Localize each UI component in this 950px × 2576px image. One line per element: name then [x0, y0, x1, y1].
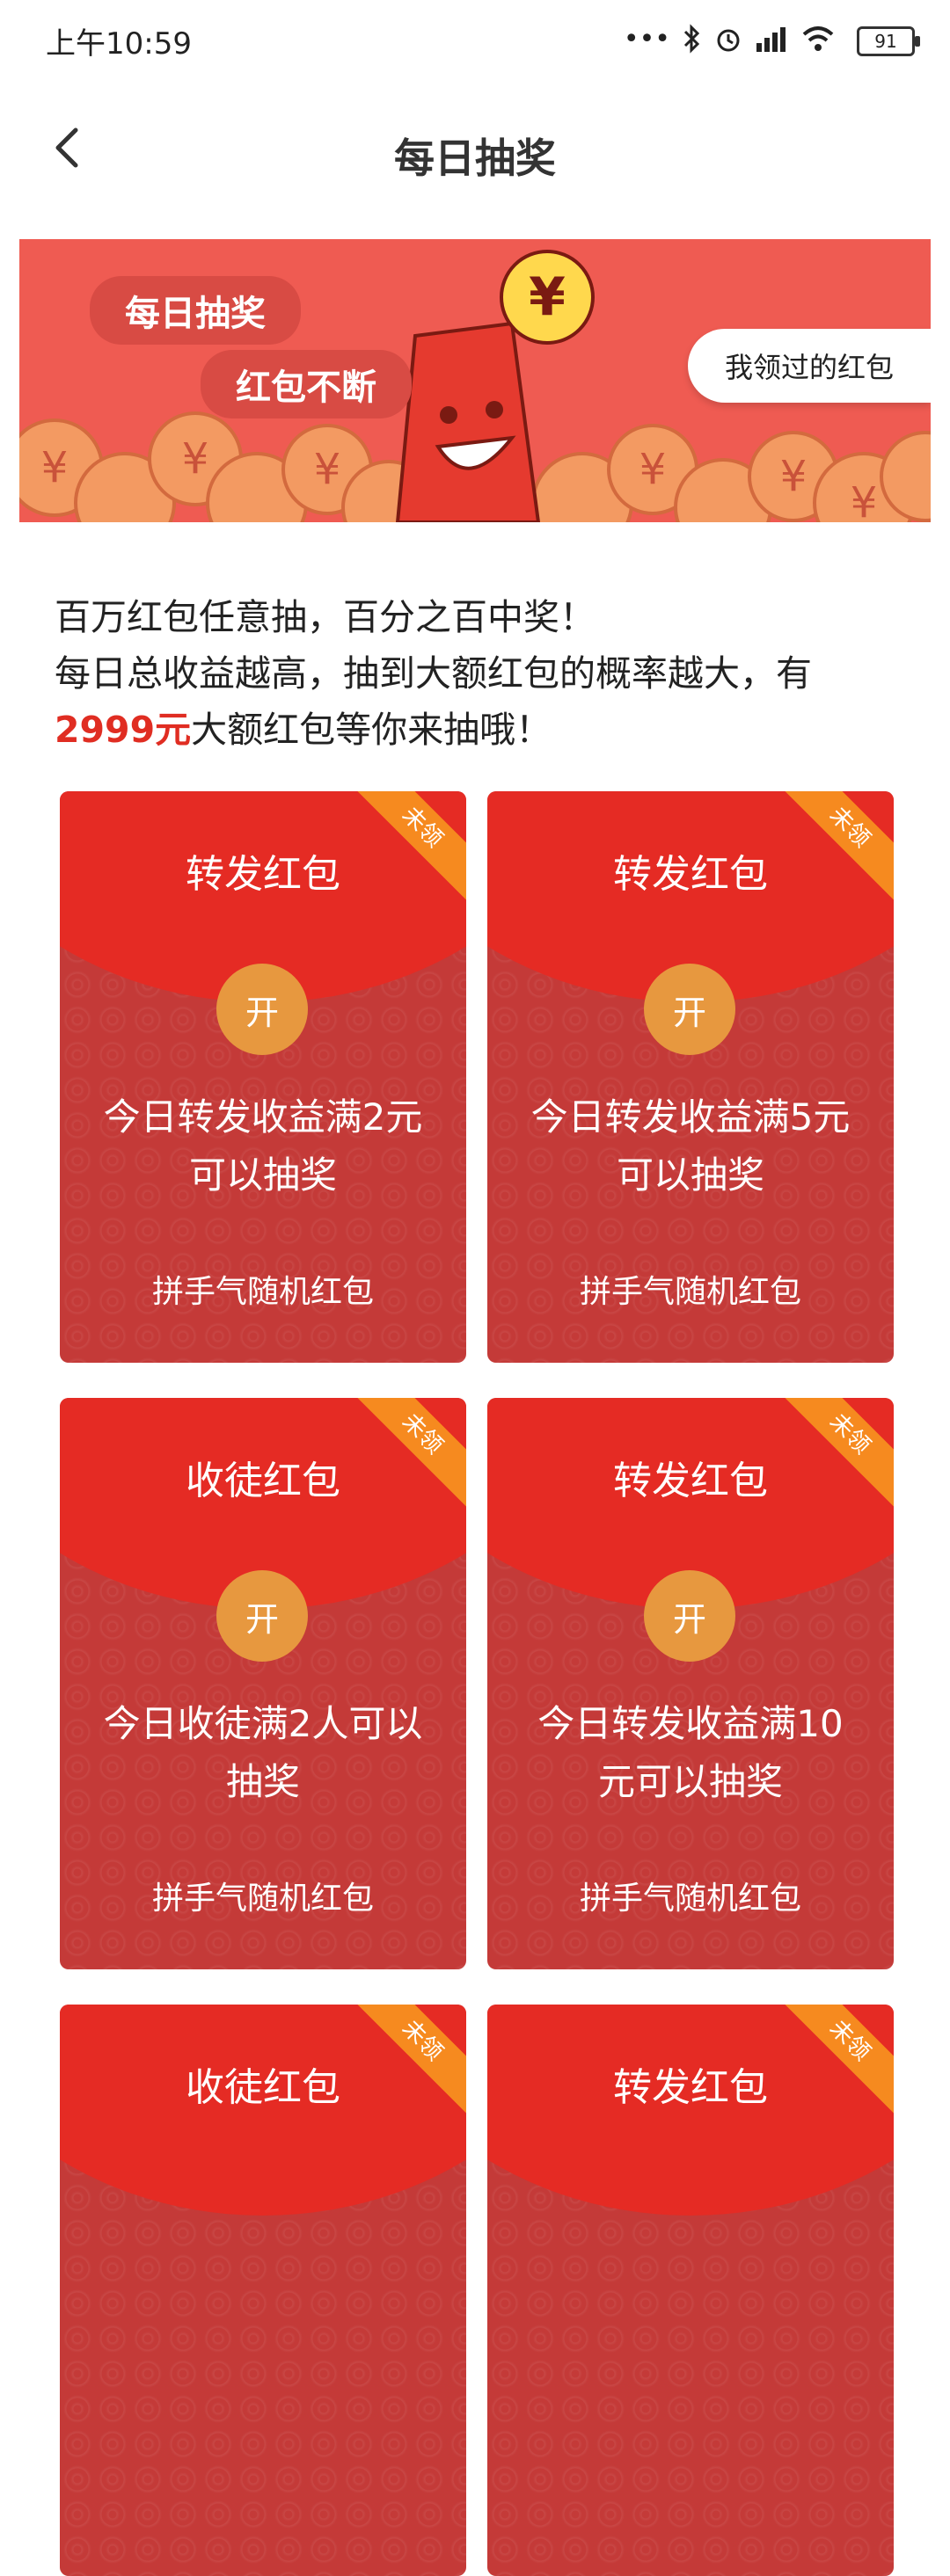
svg-text:¥: ¥	[529, 266, 566, 328]
redpacket-card[interactable]: 转发红包 未领	[487, 2005, 894, 2576]
redpacket-card[interactable]: 收徒红包 开 今日收徒满2人可以抽奖 拼手气随机红包 未领	[60, 1398, 466, 1969]
redpacket-card[interactable]: 收徒红包 未领	[60, 2005, 466, 2576]
prize-amount: 2999元	[55, 709, 192, 751]
status-bar: 上午10:59 ••• 91	[0, 0, 950, 79]
open-button[interactable]: 开	[216, 1570, 308, 1662]
card-title: 转发红包	[613, 2065, 768, 2110]
signal-icon	[756, 27, 786, 52]
card-title: 转发红包	[613, 1459, 768, 1503]
intro-line-3: 2999元大额红包等你来抽哦！	[55, 702, 917, 758]
open-button[interactable]: 开	[644, 1570, 735, 1662]
svg-text:¥: ¥	[851, 478, 878, 522]
svg-text:¥: ¥	[639, 445, 667, 494]
battery-icon: 91	[857, 26, 920, 56]
card-subtitle: 拼手气随机红包	[151, 1881, 374, 1917]
card-condition: 今日收徒满2人可以抽奖	[103, 1702, 423, 1803]
intro-line-3-text: 大额红包等你来抽哦！	[191, 709, 552, 751]
card-condition: 今日转发收益满10元可以抽奖	[537, 1702, 844, 1803]
intro-text: 百万红包任意抽，百分之百中奖！ 每日总收益越高，抽到大额红包的概率越大，有 29…	[55, 589, 917, 758]
card-subtitle: 拼手气随机红包	[151, 1274, 374, 1310]
card-condition: 今日转发收益满2元可以抽奖	[103, 1095, 423, 1197]
status-icons: •••	[624, 21, 836, 56]
alarm-icon	[717, 29, 740, 52]
svg-text:¥: ¥	[182, 434, 209, 484]
bluetooth-icon	[683, 24, 700, 54]
intro-line-1: 百万红包任意抽，百分之百中奖！	[55, 596, 596, 638]
redpacket-card[interactable]: 转发红包 开 今日转发收益满10元可以抽奖 拼手气随机红包 未领	[487, 1398, 894, 1969]
card-title: 收徒红包	[186, 2065, 340, 2110]
card-subtitle: 拼手气随机红包	[579, 1881, 801, 1917]
wifi-icon	[802, 26, 834, 51]
open-button[interactable]: 开	[216, 964, 308, 1055]
status-time: 上午10:59	[46, 26, 192, 62]
card-condition: 今日转发收益满5元可以抽奖	[530, 1095, 851, 1197]
page-title: 每日抽奖	[394, 135, 556, 182]
banner-pill-nonstop: 红包不断	[201, 350, 412, 418]
banner-pill-daily-draw: 每日抽奖	[90, 276, 301, 345]
more-icon: •••	[623, 23, 670, 55]
svg-text:¥: ¥	[41, 443, 69, 492]
my-redpackets-button[interactable]: 我领过的红包	[688, 329, 931, 403]
redpacket-card[interactable]: 转发红包 开 今日转发收益满2元可以抽奖 拼手气随机红包 未领	[60, 791, 466, 1363]
card-title: 收徒红包	[186, 1459, 340, 1503]
intro-line-2: 每日总收益越高，抽到大额红包的概率越大，有	[55, 652, 812, 695]
card-title: 转发红包	[613, 852, 768, 897]
svg-text:¥: ¥	[780, 452, 808, 501]
header: 每日抽奖	[0, 97, 950, 211]
svg-text:¥: ¥	[314, 445, 341, 494]
card-subtitle: 拼手气随机红包	[579, 1274, 801, 1310]
open-button[interactable]: 开	[644, 964, 735, 1055]
promo-banner: ¥ ¥ ¥ ¥ ¥ ¥ ¥ 每日抽奖 红包不断 我领过的红包	[19, 239, 931, 522]
redpacket-card[interactable]: 转发红包 开 今日转发收益满5元可以抽奖 拼手气随机红包 未领	[487, 791, 894, 1363]
card-title: 转发红包	[186, 852, 340, 897]
